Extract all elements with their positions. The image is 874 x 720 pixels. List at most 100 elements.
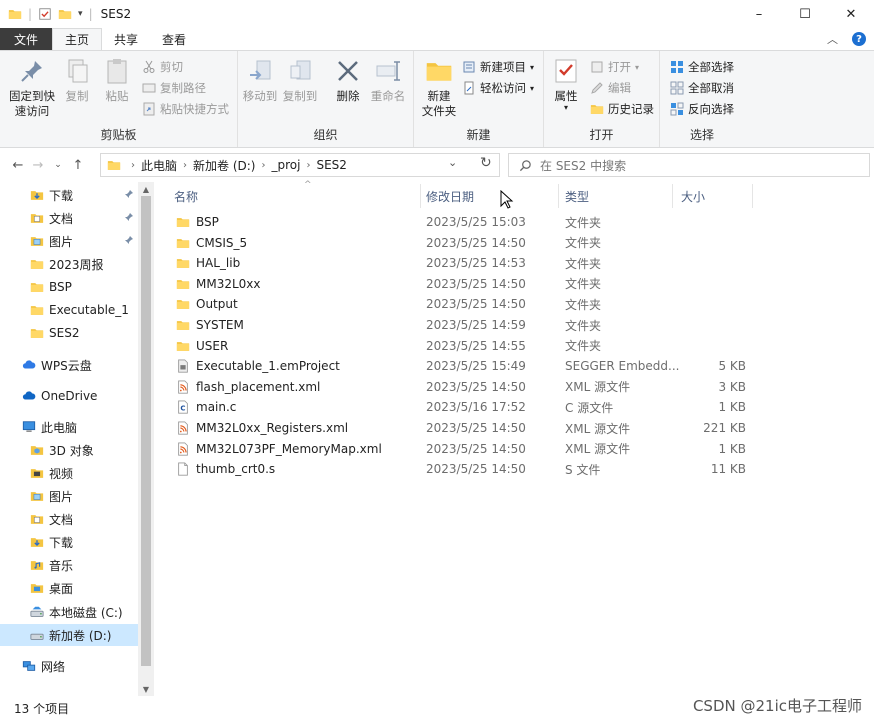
scroll-down-arrow-icon[interactable]: ▼ bbox=[138, 682, 154, 696]
nav-item[interactable]: 桌面 bbox=[0, 577, 138, 599]
back-arrow-icon[interactable]: ← bbox=[8, 158, 28, 173]
copy-to-button[interactable]: 复制到 bbox=[282, 57, 318, 104]
file-row[interactable]: MM32L0xx_Registers.xml 2023/5/25 14:50 XML… bbox=[160, 418, 760, 439]
select-all-button[interactable]: 全部选择 bbox=[670, 59, 734, 75]
properties-button[interactable]: 属性 ▾ bbox=[552, 57, 580, 112]
nav-item[interactable]: Executable_1 bbox=[0, 299, 138, 321]
breadcrumb-separator-icon[interactable]: › bbox=[261, 160, 265, 171]
window-title: SES2 bbox=[100, 7, 132, 21]
nav-item[interactable]: OneDrive bbox=[0, 385, 138, 407]
new-item-button[interactable]: 新建项目 ▾ bbox=[462, 59, 534, 75]
cut-button[interactable]: 剪切 bbox=[142, 59, 183, 75]
maximize-button[interactable]: ☐ bbox=[782, 0, 828, 28]
invert-selection-button[interactable]: 反向选择 bbox=[670, 101, 734, 117]
open-button[interactable]: 打开 ▾ bbox=[590, 59, 639, 75]
pc-icon bbox=[22, 420, 36, 434]
tab-view[interactable]: 查看 bbox=[150, 28, 198, 50]
file-row[interactable]: MM32L073PF_MemoryMap.xml 2023/5/25 14:50 X… bbox=[160, 439, 760, 460]
select-none-button[interactable]: 全部取消 bbox=[670, 80, 734, 96]
nav-item[interactable]: 音乐 bbox=[0, 554, 138, 576]
tab-file[interactable]: 文件 bbox=[0, 28, 53, 50]
nav-pane-scrollbar[interactable]: ▲ ▼ bbox=[138, 182, 154, 696]
edit-button[interactable]: 编辑 bbox=[590, 80, 631, 96]
file-row[interactable]: main.c 2023/5/16 17:52 C 源文件 1 KB bbox=[160, 397, 760, 418]
nav-item[interactable]: 本地磁盘 (C:) bbox=[0, 601, 138, 623]
breadcrumb-proj[interactable]: _proj bbox=[271, 158, 300, 172]
nav-item[interactable]: 网络 bbox=[0, 655, 138, 677]
column-separator[interactable] bbox=[558, 184, 559, 208]
file-row[interactable]: CMSIS_5 2023/5/25 14:50 文件夹 bbox=[160, 233, 760, 254]
column-separator[interactable] bbox=[752, 184, 753, 208]
breadcrumb-drive-d[interactable]: 新加卷 (D:) bbox=[193, 157, 255, 174]
new-folder-icon[interactable] bbox=[58, 7, 72, 21]
nav-item[interactable]: 3D 对象 bbox=[0, 439, 138, 461]
nav-item[interactable]: 文档 bbox=[0, 508, 138, 530]
column-header-modified[interactable]: 修改日期 bbox=[426, 182, 556, 210]
file-row[interactable]: BSP 2023/5/25 15:03 文件夹 bbox=[160, 212, 760, 233]
nav-item[interactable]: 下载 bbox=[0, 184, 138, 206]
pin-icon[interactable] bbox=[124, 235, 134, 245]
minimize-button[interactable]: – bbox=[736, 0, 782, 28]
rename-button[interactable]: 重命名 bbox=[368, 57, 408, 104]
pin-icon[interactable] bbox=[124, 189, 134, 199]
nav-item[interactable]: 新加卷 (D:) bbox=[0, 624, 138, 646]
properties-check-icon[interactable] bbox=[38, 7, 52, 21]
address-bar[interactable]: › 此电脑 › 新加卷 (D:) › _proj › SES2 bbox=[100, 153, 500, 177]
pin-icon[interactable] bbox=[124, 212, 134, 222]
customize-toolbar-chevron-icon[interactable]: ▾ bbox=[78, 9, 83, 19]
breadcrumb-separator-icon[interactable]: › bbox=[183, 160, 187, 171]
file-row[interactable]: USER 2023/5/25 14:55 文件夹 bbox=[160, 336, 760, 357]
nav-item[interactable]: 图片 bbox=[0, 230, 138, 252]
breadcrumb-separator-icon[interactable]: › bbox=[306, 160, 310, 171]
file-row[interactable]: Output 2023/5/25 14:50 文件夹 bbox=[160, 294, 760, 315]
nav-item[interactable]: 下载 bbox=[0, 531, 138, 553]
folder-icon bbox=[176, 297, 190, 311]
breadcrumb-this-pc[interactable]: 此电脑 bbox=[141, 157, 177, 174]
pin-quick-access-button[interactable]: 固定到快 速访问 bbox=[6, 57, 58, 119]
nav-item[interactable]: BSP bbox=[0, 276, 138, 298]
search-box[interactable]: 在 SES2 中搜索 bbox=[508, 153, 870, 177]
column-header-type[interactable]: 类型 bbox=[565, 182, 673, 210]
new-folder-button[interactable]: 新建 文件夹 bbox=[420, 57, 458, 119]
up-arrow-icon[interactable]: ↑ bbox=[68, 158, 88, 173]
help-icon[interactable]: ? bbox=[852, 32, 866, 46]
scroll-up-arrow-icon[interactable]: ▲ bbox=[138, 182, 154, 196]
nav-item[interactable]: SES2 bbox=[0, 322, 138, 344]
paste-shortcut-button[interactable]: 粘贴快捷方式 bbox=[142, 101, 229, 117]
column-separator[interactable] bbox=[672, 184, 673, 208]
file-row[interactable]: Executable_1.emProject 2023/5/25 15:49 SEG… bbox=[160, 356, 760, 377]
file-row[interactable]: SYSTEM 2023/5/25 14:59 文件夹 bbox=[160, 315, 760, 336]
easy-access-button[interactable]: 轻松访问 ▾ bbox=[462, 80, 534, 96]
scroll-thumb[interactable] bbox=[141, 196, 151, 666]
nav-item[interactable]: 图片 bbox=[0, 485, 138, 507]
nav-item[interactable]: 文档 bbox=[0, 207, 138, 229]
copy-button[interactable]: 复制 bbox=[62, 57, 92, 104]
address-dropdown-chevron-icon[interactable]: ⌄ bbox=[448, 156, 457, 169]
file-row[interactable]: thumb_crt0.s 2023/5/25 14:50 S 文件 11 KB bbox=[160, 459, 760, 480]
nav-item[interactable]: 2023周报 bbox=[0, 253, 138, 275]
column-header-size[interactable]: 大小 bbox=[681, 182, 751, 210]
paste-button[interactable]: 粘贴 bbox=[100, 57, 134, 104]
collapse-ribbon-chevron-icon[interactable]: ︿ bbox=[827, 31, 838, 47]
file-row[interactable]: MM32L0xx 2023/5/25 14:50 文件夹 bbox=[160, 274, 760, 295]
move-to-button[interactable]: 移动到 bbox=[242, 57, 278, 104]
column-separator[interactable] bbox=[420, 184, 421, 208]
file-type: S 文件 bbox=[565, 462, 601, 477]
recent-locations-chevron-icon[interactable]: ⌄ bbox=[48, 160, 68, 170]
tab-share[interactable]: 共享 bbox=[102, 28, 150, 50]
delete-button[interactable]: 删除 bbox=[334, 57, 362, 104]
copy-path-button[interactable]: 复制路径 bbox=[142, 80, 206, 96]
file-row[interactable]: flash_placement.xml 2023/5/25 14:50 XML 源文… bbox=[160, 377, 760, 398]
refresh-icon[interactable]: ↻ bbox=[480, 155, 492, 171]
column-header-name[interactable]: 名称 ^ bbox=[174, 180, 424, 210]
nav-item[interactable]: WPS云盘 bbox=[0, 354, 138, 376]
nav-item[interactable]: 此电脑 bbox=[0, 416, 138, 438]
breadcrumb-ses2[interactable]: SES2 bbox=[316, 158, 346, 172]
forward-arrow-icon[interactable]: → bbox=[28, 158, 48, 173]
nav-item[interactable]: 视频 bbox=[0, 462, 138, 484]
history-button[interactable]: 历史记录 bbox=[590, 101, 654, 117]
file-row[interactable]: HAL_lib 2023/5/25 14:53 文件夹 bbox=[160, 253, 760, 274]
tab-home[interactable]: 主页 bbox=[52, 28, 103, 50]
breadcrumb-separator-icon[interactable]: › bbox=[131, 160, 135, 171]
close-button[interactable]: ✕ bbox=[828, 0, 874, 28]
